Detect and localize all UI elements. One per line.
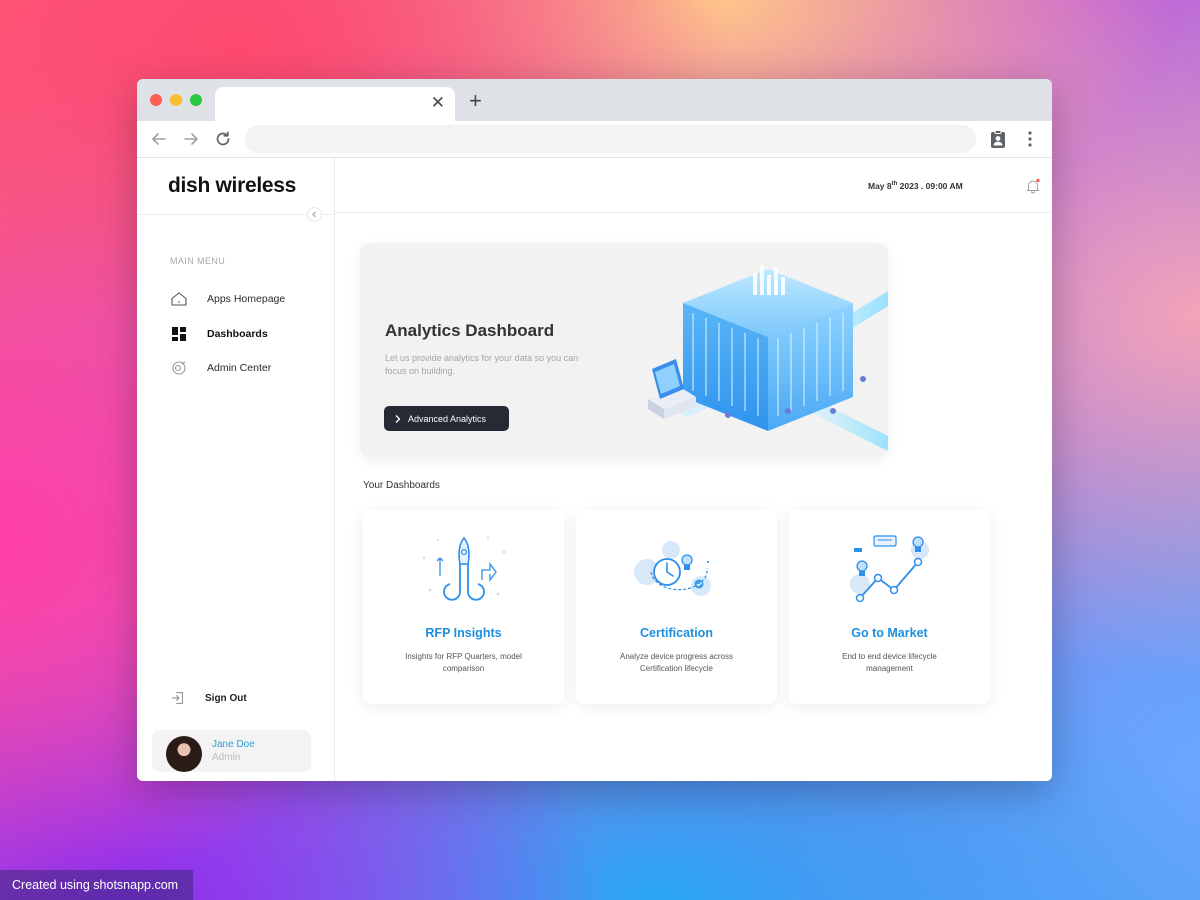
sidebar-item-label: Admin Center bbox=[207, 362, 272, 374]
card-title: RFP Insights bbox=[425, 626, 502, 640]
chevron-left-icon bbox=[312, 211, 316, 218]
sidebar-item-label: Dashboards bbox=[207, 328, 268, 340]
hero-title: Analytics Dashboard bbox=[385, 321, 555, 340]
browser-toolbar bbox=[137, 121, 1052, 158]
maximize-window-button[interactable] bbox=[190, 94, 202, 106]
analytics-hero-banner: Analytics Dashboard Let us provide analy… bbox=[360, 243, 888, 457]
user-role: Admin bbox=[212, 752, 241, 763]
date-rest: 2023 . 09:00 AM bbox=[897, 181, 963, 191]
sidebar-item-label: Apps Homepage bbox=[207, 293, 286, 305]
card-description: End to end device lifecycle management bbox=[842, 652, 937, 673]
your-dashboards-heading: Your Dashboards bbox=[363, 480, 440, 491]
dish-wireless-logo[interactable]: dish wireless bbox=[168, 174, 296, 198]
hero-subtitle: Let us provide analytics for your data s… bbox=[385, 353, 579, 376]
back-arrow-icon[interactable] bbox=[148, 128, 170, 150]
close-window-button[interactable] bbox=[150, 94, 162, 106]
forward-arrow-icon[interactable] bbox=[180, 128, 202, 150]
sidebar-item-apps-homepage[interactable]: Apps Homepage bbox=[170, 288, 320, 310]
advanced-analytics-label: Advanced Analytics bbox=[408, 413, 487, 424]
card-title: Go to Market bbox=[851, 626, 928, 640]
avatar bbox=[166, 736, 202, 772]
user-profile-card[interactable]: Jane Doe Admin bbox=[152, 730, 311, 772]
main-content: May 8th 2023 . 09:00 AM Analytics Dashbo… bbox=[335, 158, 1052, 781]
browser-window: ✕ + dish wireless MAIN MENU Apps Homepag… bbox=[137, 79, 1052, 781]
address-bar[interactable] bbox=[245, 125, 976, 153]
user-name: Jane Doe bbox=[212, 739, 255, 750]
card-description: Analyze device progress across Certifica… bbox=[620, 652, 733, 673]
grid-icon bbox=[172, 327, 186, 341]
kebab-menu-icon[interactable] bbox=[1019, 128, 1041, 150]
close-icon[interactable]: ✕ bbox=[431, 94, 445, 112]
advanced-analytics-button[interactable]: Advanced Analytics bbox=[384, 406, 509, 431]
card-title: Certification bbox=[640, 626, 713, 640]
home-icon bbox=[171, 292, 187, 306]
admin-icon bbox=[172, 361, 186, 375]
date-prefix: May 8 bbox=[868, 181, 892, 191]
clipboard-account-icon[interactable] bbox=[987, 128, 1009, 150]
dashboard-card-go-to-market[interactable]: Go to Market End to end device lifecycle… bbox=[789, 510, 990, 704]
dashboard-card-certification[interactable]: Certification Analyze device progress ac… bbox=[576, 510, 777, 704]
app-container: dish wireless MAIN MENU Apps Homepage Da… bbox=[137, 158, 1052, 781]
sidebar-item-admin-center[interactable]: Admin Center bbox=[170, 357, 320, 379]
clock-gear-icon bbox=[634, 541, 711, 596]
current-datetime: May 8th 2023 . 09:00 AM bbox=[868, 181, 963, 191]
reload-icon[interactable] bbox=[212, 128, 234, 150]
sidebar-item-dashboards[interactable]: Dashboards bbox=[170, 323, 320, 345]
minimize-window-button[interactable] bbox=[170, 94, 182, 106]
rocket-icon bbox=[422, 536, 506, 601]
sign-out-icon bbox=[171, 692, 183, 704]
top-bar: May 8th 2023 . 09:00 AM bbox=[335, 158, 1052, 213]
collapse-sidebar-button[interactable] bbox=[307, 207, 322, 222]
shotsnapp-watermark: Created using shotsnapp.com bbox=[0, 870, 193, 900]
growth-chart-icon bbox=[850, 535, 929, 603]
main-menu-heading: MAIN MENU bbox=[170, 256, 226, 266]
sign-out-label: Sign Out bbox=[205, 692, 247, 704]
bell-icon[interactable] bbox=[1025, 178, 1041, 194]
plus-icon[interactable]: + bbox=[469, 90, 482, 112]
data-center-illustration bbox=[648, 265, 888, 451]
card-description: Insights for RFP Quarters, model compari… bbox=[405, 652, 522, 673]
divider bbox=[137, 214, 335, 215]
tab-bar: ✕ + bbox=[137, 79, 1052, 121]
sidebar: dish wireless MAIN MENU Apps Homepage Da… bbox=[137, 158, 335, 781]
dashboard-card-rfp-insights[interactable]: RFP Insights Insights for RFP Quarters, … bbox=[363, 510, 564, 704]
chevron-right-icon bbox=[395, 414, 401, 423]
browser-tab[interactable]: ✕ bbox=[215, 87, 455, 121]
sign-out-button[interactable]: Sign Out bbox=[170, 688, 247, 708]
